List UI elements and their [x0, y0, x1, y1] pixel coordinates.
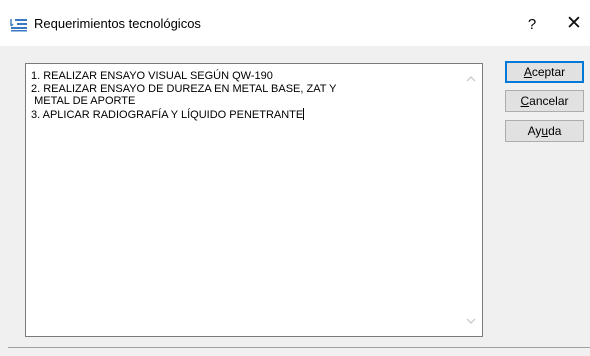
requirements-text[interactable]: 1. REALIZAR ENSAYO VISUAL SEGÚN QW-190 2…: [31, 70, 459, 121]
text-caret: [303, 107, 305, 120]
cancel-label: ancelar: [529, 94, 569, 108]
accept-button[interactable]: Aceptar: [505, 61, 584, 83]
help-label-post: da: [548, 124, 562, 138]
close-button[interactable]: ✕: [560, 12, 588, 38]
requirements-text-content: 1. REALIZAR ENSAYO VISUAL SEGÚN QW-190 2…: [31, 70, 337, 121]
cancel-mnemonic: C: [520, 94, 530, 108]
chevron-down-icon[interactable]: [464, 314, 478, 328]
requirements-text-area[interactable]: 1. REALIZAR ENSAYO VISUAL SEGÚN QW-190 2…: [25, 63, 483, 337]
accept-mnemonic: A: [523, 65, 532, 79]
accept-label: ceptar: [531, 65, 566, 79]
help-button[interactable]: ?: [520, 12, 544, 38]
help-label-pre: Ay: [527, 124, 542, 138]
window-title: Requerimientos tecnológicos: [34, 16, 201, 31]
dialog-bottom-border: [8, 347, 590, 348]
cancel-button[interactable]: Cancelar: [505, 90, 584, 112]
app-icon: [10, 19, 27, 32]
help-dialog-button[interactable]: Ayuda: [505, 120, 584, 142]
title-bar: Requerimientos tecnológicos ? ✕: [0, 0, 590, 46]
chevron-up-icon[interactable]: [464, 72, 478, 86]
